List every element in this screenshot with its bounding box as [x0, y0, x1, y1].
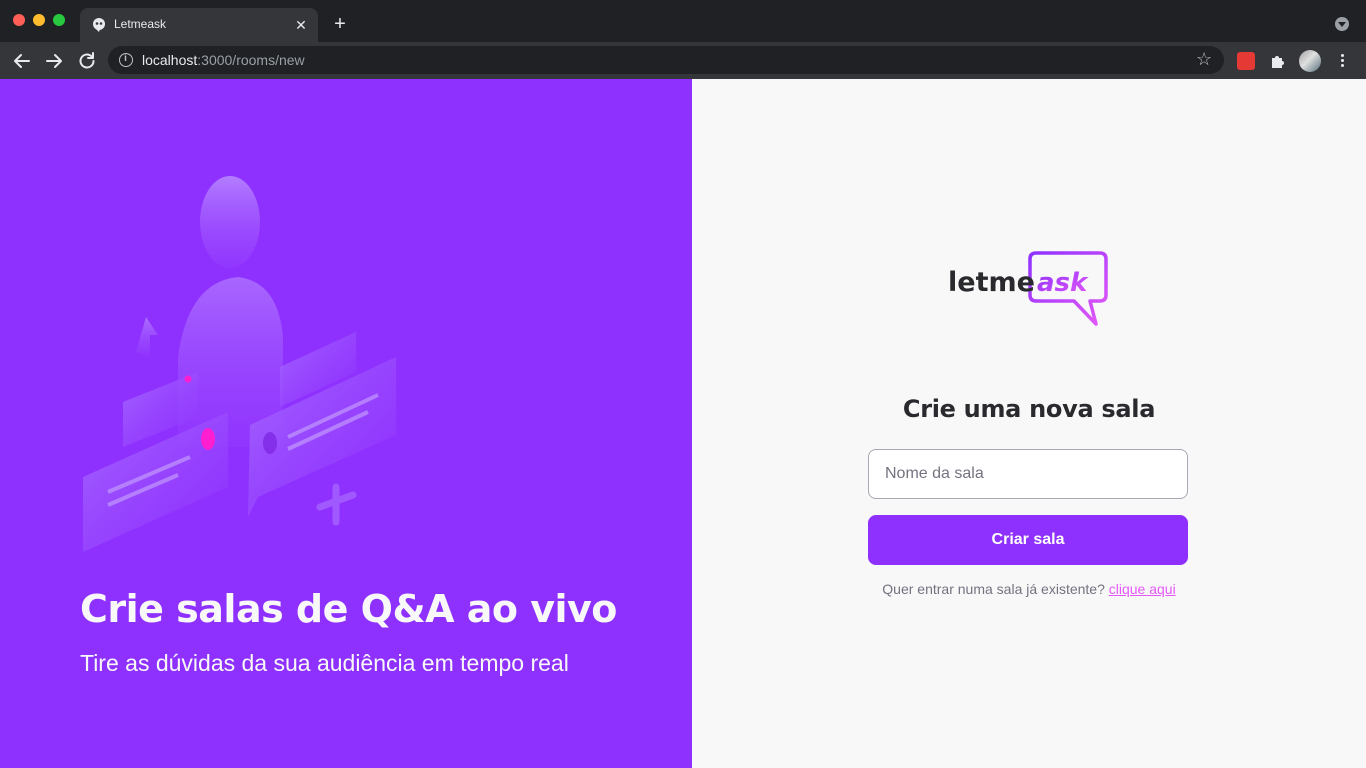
minimize-window-button[interactable]	[33, 14, 45, 26]
browser-chrome: Letmeask ✕ + localhost:3000/rooms/new ☆	[0, 0, 1366, 79]
logo-word-dark: letme	[948, 267, 1035, 298]
hero-subtitle: Tire as dúvidas da sua audiência em temp…	[80, 650, 569, 676]
form-title: Crie uma nova sala	[902, 395, 1156, 423]
new-tab-icon[interactable]: +	[330, 14, 350, 34]
maximize-window-button[interactable]	[53, 14, 65, 26]
create-room-button[interactable]: Criar sala	[868, 515, 1188, 565]
address-bar[interactable]: localhost:3000/rooms/new ☆	[108, 46, 1224, 74]
close-icon[interactable]: ✕	[292, 16, 310, 34]
page: Crie salas de Q&A ao vivo Tire as dúvida…	[0, 79, 1366, 768]
url-path: :3000/rooms/new	[197, 52, 305, 68]
forward-icon[interactable]	[42, 49, 66, 73]
letmeask-logo: letme ask	[948, 251, 1108, 326]
tab-menu-icon[interactable]	[1335, 17, 1349, 31]
room-name-input[interactable]	[868, 449, 1188, 499]
extension-icon[interactable]	[1237, 52, 1255, 70]
hero-aside: Crie salas de Q&A ao vivo Tire as dúvida…	[0, 79, 692, 768]
browser-toolbar: localhost:3000/rooms/new ☆	[0, 42, 1366, 79]
main-content: letme ask Crie uma nova sala Criar sala …	[692, 79, 1366, 768]
profile-avatar[interactable]	[1299, 50, 1321, 72]
tab-bar: Letmeask ✕ +	[0, 0, 1366, 42]
kebab-menu-icon[interactable]	[1333, 52, 1351, 70]
tab-title: Letmeask	[114, 17, 167, 31]
info-icon[interactable]	[119, 53, 133, 67]
reload-icon[interactable]	[75, 49, 99, 73]
join-prompt-text: Quer entrar numa sala já existente?	[882, 581, 1105, 597]
url-text: localhost:3000/rooms/new	[142, 52, 305, 68]
favicon-icon	[93, 18, 105, 32]
browser-tab[interactable]: Letmeask ✕	[80, 8, 318, 42]
hero-title: Crie salas de Q&A ao vivo	[80, 587, 617, 631]
star-icon[interactable]: ☆	[1196, 50, 1214, 68]
back-icon[interactable]	[10, 49, 34, 73]
puzzle-icon[interactable]	[1269, 52, 1287, 70]
join-existing-prompt: Quer entrar numa sala já existente? cliq…	[692, 581, 1366, 597]
close-window-button[interactable]	[13, 14, 25, 26]
join-room-link[interactable]: clique aqui	[1109, 581, 1176, 597]
url-host: localhost	[142, 52, 198, 68]
illustration-image	[83, 176, 396, 552]
logo-word-accent: ask	[1037, 268, 1089, 298]
